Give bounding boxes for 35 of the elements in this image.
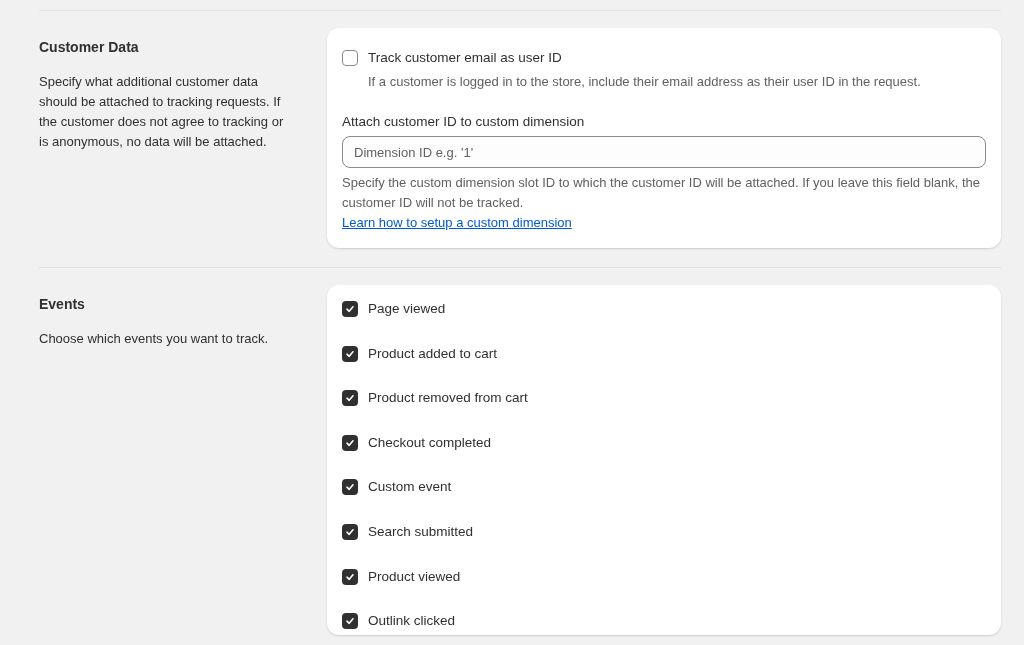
check-icon xyxy=(345,526,355,537)
checkbox-label[interactable]: Product viewed xyxy=(368,566,461,587)
input-field[interactable]: Dimension ID e.g. '1' xyxy=(342,136,986,168)
section-heading: Events xyxy=(39,295,86,314)
section-description: Specify what additional customer data should be attached to tracking requests. If the customer does not agree to tracking or is anonymous, no data will be attached. xyxy=(39,73,285,151)
checkbox-label[interactable]: Search submitted xyxy=(368,521,474,542)
check-icon xyxy=(345,348,355,359)
checkbox[interactable] xyxy=(342,568,358,585)
checkbox[interactable] xyxy=(342,479,358,496)
check-icon xyxy=(345,437,355,448)
checkbox[interactable] xyxy=(342,390,358,407)
help-text: Specify the custom dimension slot ID to which the customer ID will be attached. If you leave this field blank, the customer ID will not be tracked. xyxy=(342,174,982,212)
section-description: Choose which events you want to track. xyxy=(39,330,270,348)
help-link[interactable]: Learn how to setup a custom dimension xyxy=(342,213,572,233)
checkbox[interactable] xyxy=(342,523,358,540)
checkbox[interactable] xyxy=(342,613,358,630)
check-icon xyxy=(345,571,355,582)
help-text: If a customer is logged in to the store, include their email address as their user ID in the request. xyxy=(368,73,922,91)
checkbox[interactable] xyxy=(342,345,358,362)
checkbox[interactable] xyxy=(342,50,358,66)
check-icon xyxy=(345,482,355,493)
check-icon xyxy=(345,304,355,314)
checkbox-label[interactable]: Checkout completed xyxy=(368,432,492,453)
checkbox[interactable] xyxy=(342,434,358,451)
checkbox-label[interactable]: Custom event xyxy=(368,477,452,498)
checkbox-label[interactable]: Track customer email as user ID xyxy=(368,48,562,68)
checkbox-label[interactable]: Page viewed xyxy=(368,299,446,319)
checkbox-label[interactable]: Product added to cart xyxy=(368,343,498,364)
checkbox-label[interactable]: Product removed from cart xyxy=(368,388,528,409)
check-icon xyxy=(345,393,355,404)
section-heading: Customer Data xyxy=(39,38,140,57)
field-label: Attach customer ID to custom dimension xyxy=(342,113,586,131)
check-icon xyxy=(345,616,355,627)
checkbox[interactable] xyxy=(342,301,358,317)
checkbox-label[interactable]: Outlink clicked xyxy=(368,611,456,632)
